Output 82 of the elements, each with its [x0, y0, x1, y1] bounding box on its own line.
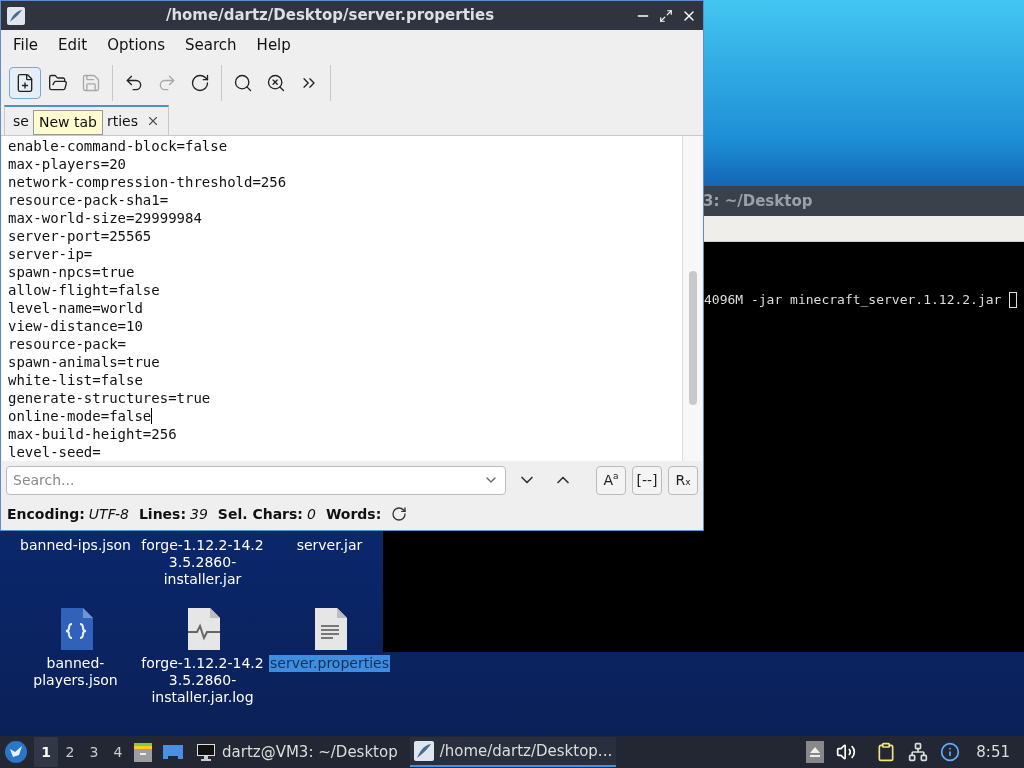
menu-item[interactable]: Options [97, 34, 176, 57]
tab[interactable]: se New tab rties [4, 105, 169, 135]
code-line: resource-pack= [8, 335, 126, 353]
status-value: 0 [306, 504, 316, 524]
code-line: generate-structures=true [8, 389, 211, 407]
eject-icon[interactable] [806, 741, 825, 763]
tooltip: New tab [32, 110, 103, 135]
start-menu-icon[interactable] [4, 740, 28, 764]
code-line: online-mode=false [8, 407, 152, 425]
notification-icon[interactable] [940, 742, 961, 762]
menu-item[interactable]: File [3, 34, 49, 57]
search-icon [233, 73, 253, 93]
file-name[interactable]: banned- players.json [12, 655, 139, 689]
code-line: white-list=false [8, 371, 143, 389]
feather-icon [7, 6, 25, 25]
file-cabinet-icon[interactable] [132, 741, 154, 763]
status-label: Sel. Chars: [217, 504, 303, 524]
status-value: UTF-8 [88, 504, 129, 524]
file-name[interactable]: forge-1.12.2-14.2 3.5.2860- installer.jar.log [139, 655, 266, 706]
tab-label-end: rties [106, 111, 138, 131]
reload-icon [190, 73, 210, 93]
code-line: max-build-height=256 [8, 425, 177, 443]
file-name[interactable]: server.properties [269, 655, 390, 672]
scrollbar[interactable] [682, 136, 702, 461]
code-line: max-world-size=29999984 [8, 209, 202, 227]
code-line: server-port=25565 [8, 227, 152, 245]
status-value: 39 [190, 504, 208, 524]
monitor-icon [196, 742, 216, 762]
file-name[interactable]: banned-ips.json [19, 537, 132, 554]
code-line: spawn-animals=true [8, 353, 160, 371]
status-label: Words: [325, 504, 382, 524]
undo-icon [124, 73, 144, 93]
code-line: allow-flight=false [8, 281, 160, 299]
maximize-icon[interactable] [659, 8, 673, 23]
scrollbar-thumb[interactable] [688, 271, 697, 405]
search-option-button[interactable]: A$^{a}$ [596, 465, 626, 495]
text-file-icon [312, 608, 347, 650]
menu-item[interactable]: Help [246, 34, 301, 57]
code-line: max-players=20 [8, 155, 126, 173]
json-file-icon [58, 608, 93, 650]
workspace-button[interactable]: 3 [82, 737, 106, 767]
status-label: Encoding: [7, 504, 85, 524]
search-replace-icon [266, 73, 286, 93]
search-input[interactable]: Search... [13, 469, 483, 491]
terminal-cursor [1009, 291, 1018, 308]
redo-icon [157, 73, 177, 93]
code-line: spawn-npcs=true [8, 263, 135, 281]
menu-item[interactable]: Edit [48, 34, 98, 57]
clipboard-icon[interactable] [876, 742, 897, 762]
workspace-button[interactable]: 4 [106, 737, 130, 767]
status-label: Lines: [138, 504, 187, 524]
code-line: enable-command-block=false [8, 137, 228, 155]
code-line: level-name=world [8, 299, 143, 317]
network-icon[interactable] [908, 742, 929, 762]
code-line: server-ip= [8, 245, 93, 263]
code-line: network-compression-threshold=256 [8, 173, 287, 191]
terminal-line: 4096M -jar minecraft_server.1.12.2.jar [704, 291, 1002, 309]
code-line: view-distance=10 [8, 317, 143, 335]
clock[interactable]: 8:51 [976, 740, 1010, 764]
feather-icon [413, 741, 434, 761]
menu-item[interactable]: Search [175, 34, 247, 57]
workspace-button[interactable]: 1 [34, 737, 58, 767]
search-option-button[interactable]: R$_{x}$ [668, 465, 698, 495]
tab-label-start: se [13, 111, 29, 131]
workspace-button[interactable]: 2 [58, 737, 82, 767]
save-icon [81, 73, 101, 93]
folder-icon [48, 73, 68, 93]
window-title: /home/dartz/Desktop/server.properties [164, 5, 496, 27]
task-button[interactable]: dartz@VM3: ~/Desktop [192, 737, 402, 767]
search-field[interactable]: Search... [6, 465, 506, 495]
code-line: level-seed= [8, 443, 101, 461]
file-name[interactable]: server.jar [295, 537, 364, 554]
toolbar-button[interactable] [9, 67, 41, 99]
window-title: 3: ~/Desktop [703, 190, 813, 212]
code-line: resource-pack-sha1= [8, 191, 169, 209]
file-name[interactable]: forge-1.12.2-14.2 3.5.2860- installer.jar [139, 537, 266, 588]
new-file-icon [15, 73, 35, 93]
log-file-icon [185, 608, 220, 650]
refresh-icon[interactable] [391, 506, 408, 522]
volume-icon[interactable] [836, 742, 857, 762]
search-option-button[interactable]: [--] [632, 465, 662, 495]
task-button[interactable]: /home/dartz/Desktop... [409, 737, 617, 767]
